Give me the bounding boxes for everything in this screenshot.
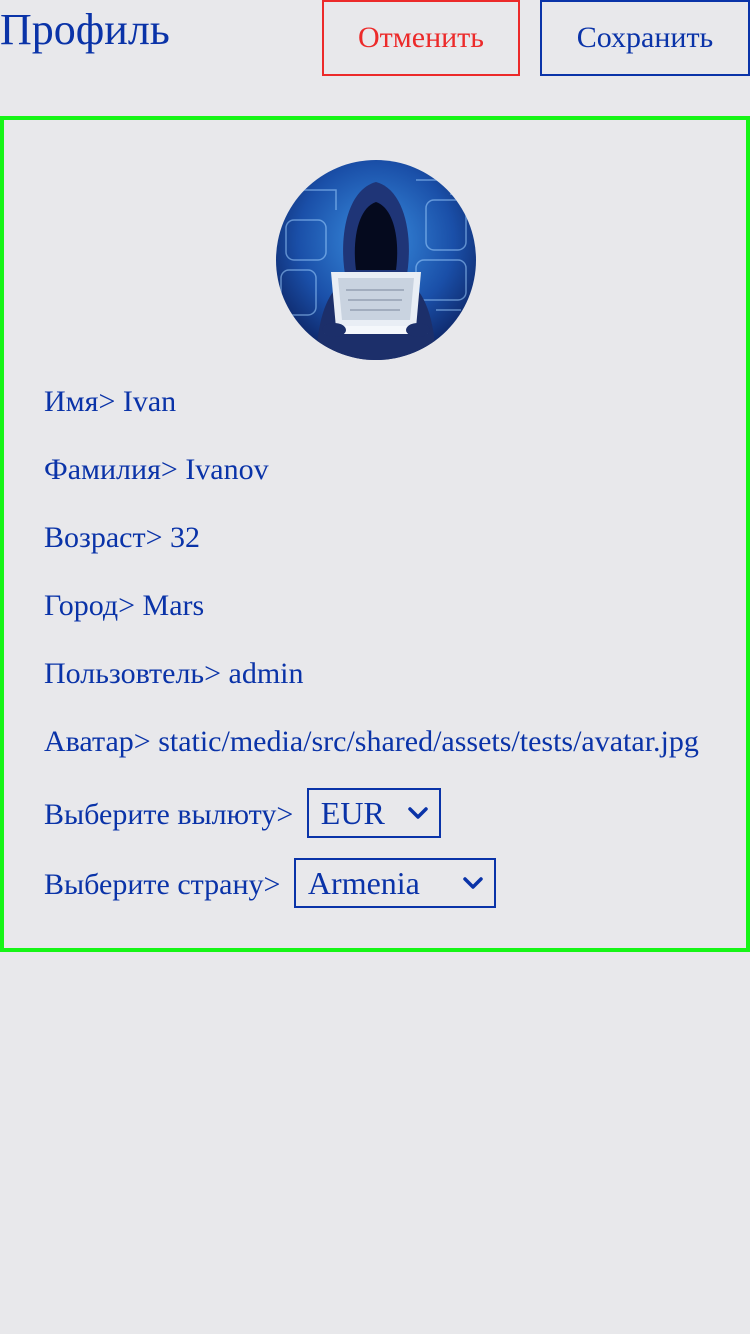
first-name-row: Имя> Ivan — [44, 384, 176, 420]
last-name-value[interactable]: Ivanov — [185, 453, 268, 486]
currency-label: Выберите вылюту> — [44, 797, 294, 831]
last-name-row: Фамилия> Ivanov — [44, 452, 269, 488]
chevron-down-icon — [408, 807, 428, 819]
avatar-path-value[interactable]: static/media/src/shared/assets/tests/ava… — [158, 725, 699, 758]
username-label: Пользовтель> — [44, 657, 222, 690]
country-label: Выберите страну> — [44, 867, 281, 901]
city-label: Город> — [44, 589, 136, 622]
country-select[interactable]: Armenia — [293, 858, 496, 908]
profile-card: Имя> Ivan Фамилия> Ivanov Возраст> 32 Го… — [0, 116, 750, 952]
save-button[interactable]: Сохранить — [540, 0, 750, 76]
avatar-path-row: Аватар> static/media/src/shared/assets/t… — [44, 724, 706, 760]
last-name-label: Фамилия> — [44, 453, 178, 486]
cancel-button[interactable]: Отменить — [322, 0, 520, 76]
age-value[interactable]: 32 — [170, 521, 200, 554]
age-label: Возраст> — [44, 521, 163, 554]
city-row: Город> Mars — [44, 588, 204, 624]
first-name-label: Имя> — [44, 385, 116, 418]
currency-selected-value: EUR — [320, 795, 385, 831]
username-value[interactable]: admin — [229, 657, 304, 690]
city-value[interactable]: Mars — [143, 589, 205, 622]
country-selected-value: Armenia — [307, 865, 420, 901]
avatar-path-label: Аватар> — [44, 725, 151, 758]
age-row: Возраст> 32 — [44, 520, 200, 556]
hacker-avatar-icon — [276, 160, 476, 360]
page-title: Профиль — [0, 5, 170, 54]
country-row: Выберите страну> Armenia — [44, 858, 496, 912]
currency-row: Выберите вылюту> EUR — [44, 788, 441, 842]
avatar — [276, 160, 476, 360]
first-name-value[interactable]: Ivan — [123, 385, 176, 418]
chevron-down-icon — [463, 877, 483, 889]
currency-select[interactable]: EUR — [306, 788, 441, 838]
username-row: Пользовтель> admin — [44, 656, 304, 692]
